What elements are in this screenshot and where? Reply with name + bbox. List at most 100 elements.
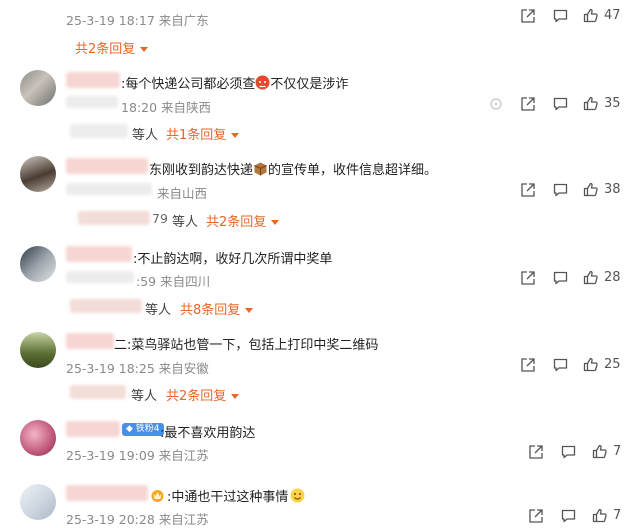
reply-user-redacted [78, 211, 150, 225]
like-count: 38 [604, 182, 621, 197]
like-button[interactable]: 38 [583, 182, 621, 197]
comment-button[interactable] [561, 445, 576, 459]
crown-badge-icon [150, 488, 165, 507]
reply-users-suffix: 等人 [132, 128, 159, 143]
avatar[interactable] [20, 70, 56, 106]
comment-text: :最不喜欢用韵达 [160, 426, 256, 441]
more-icon [490, 98, 502, 110]
like-button[interactable]: 7 [592, 508, 621, 523]
reply-user-redacted [70, 385, 126, 399]
comment-button[interactable] [553, 271, 568, 285]
comment-meta: 25-3-19 20:28 来自江苏 [66, 512, 209, 527]
comment-button[interactable] [553, 97, 568, 111]
comment-meta: :59 来自四川 [136, 274, 211, 289]
thumbs-up-icon [592, 444, 607, 459]
share-icon [529, 509, 543, 523]
share-button[interactable] [521, 358, 535, 372]
share-icon [521, 9, 535, 23]
chevron-down-icon [231, 394, 240, 399]
comment-icon [553, 271, 568, 285]
comment-button[interactable] [553, 358, 568, 372]
share-button[interactable] [521, 97, 535, 111]
comment-text: :中通也干过这种事情 [150, 486, 305, 507]
comment-meta: 来自山西 [157, 186, 208, 201]
reply-user-redacted [70, 299, 142, 313]
like-count: 7 [613, 508, 622, 523]
avatar[interactable] [20, 332, 56, 368]
thumbs-up-icon [583, 270, 598, 285]
comment-meta: 25-3-19 18:25 来自安徽 [66, 361, 209, 376]
thumbs-up-icon [583, 182, 598, 197]
username-redacted[interactable] [66, 158, 148, 174]
username-redacted[interactable] [66, 421, 120, 437]
thumbs-up-icon [592, 508, 607, 523]
smile-emoji-icon [290, 488, 305, 507]
diamond-icon: ◆ [126, 424, 133, 434]
thumbs-up-icon [583, 96, 598, 111]
share-button[interactable] [521, 271, 535, 285]
comment-button[interactable] [553, 9, 568, 23]
comment-text: 二:菜鸟驿站也管一下，包括上打印中奖二维码 [114, 338, 379, 353]
reply-users-suffix: 等人 [172, 215, 199, 230]
replies-label: 共2条回复 [75, 42, 136, 57]
username-redacted[interactable] [66, 246, 132, 262]
comment-meta: 25-3-19 19:09 来自江苏 [66, 448, 209, 463]
more-button[interactable] [490, 98, 502, 110]
time-redacted [66, 271, 134, 283]
comment-icon [561, 445, 576, 459]
like-button[interactable]: 7 [592, 444, 621, 459]
like-count: 35 [604, 96, 621, 111]
share-icon [529, 445, 543, 459]
comment-icon [553, 183, 568, 197]
avatar[interactable] [20, 420, 56, 456]
reply-user-redacted [70, 124, 128, 138]
like-count: 28 [604, 270, 621, 285]
comment-meta: 25-3-19 18:17 来自广东 [66, 13, 209, 28]
share-icon [521, 271, 535, 285]
like-button[interactable]: 25 [583, 357, 621, 372]
comment-button[interactable] [561, 509, 576, 523]
angry-face-icon [255, 75, 270, 94]
comment-icon [553, 97, 568, 111]
chevron-down-icon [231, 133, 240, 138]
reply-users-suffix: 等人 [145, 303, 172, 318]
replies-link[interactable]: 共8条回复 [180, 299, 254, 318]
chevron-down-icon [271, 220, 280, 225]
comment-text: 东刚收到韵达快递 的宣传单，收件信息超详细。 [149, 161, 438, 180]
avatar[interactable] [20, 246, 56, 282]
like-button[interactable]: 28 [583, 270, 621, 285]
share-button[interactable] [521, 9, 535, 23]
share-icon [521, 358, 535, 372]
replies-link[interactable]: 共2条回复 [75, 38, 149, 57]
avatar[interactable] [20, 156, 56, 192]
comment-icon [561, 509, 576, 523]
replies-link[interactable]: 共1条回复 [166, 124, 240, 143]
fan-badge: ◆ 铁粉4 [122, 423, 164, 436]
replies-label: 共2条回复 [206, 215, 267, 230]
replies-link[interactable]: 共2条回复 [166, 385, 240, 404]
share-button[interactable] [529, 509, 543, 523]
share-button[interactable] [529, 445, 543, 459]
comment-icon [553, 9, 568, 23]
replies-link[interactable]: 共2条回复 [206, 211, 280, 230]
comment-meta: 18:20 来自陕西 [121, 100, 211, 115]
package-icon [253, 161, 268, 180]
time-redacted [66, 96, 118, 108]
comment-text: :不止韵达啊，收好几次所谓中奖单 [133, 252, 333, 267]
share-button[interactable] [521, 183, 535, 197]
comment-button[interactable] [553, 183, 568, 197]
username-redacted[interactable] [66, 333, 114, 349]
like-button[interactable]: 35 [583, 96, 621, 111]
username-redacted[interactable] [66, 72, 120, 88]
like-button[interactable]: 47 [583, 8, 621, 23]
thumbs-up-icon [583, 357, 598, 372]
avatar[interactable] [20, 484, 56, 520]
share-icon [521, 183, 535, 197]
chevron-down-icon [245, 308, 254, 313]
thumbs-up-icon [583, 8, 598, 23]
username-redacted[interactable] [66, 485, 148, 501]
like-count: 7 [613, 444, 622, 459]
reply-user-partial: 79 [152, 211, 168, 226]
replies-label: 共1条回复 [166, 128, 227, 143]
replies-label: 共2条回复 [166, 389, 227, 404]
